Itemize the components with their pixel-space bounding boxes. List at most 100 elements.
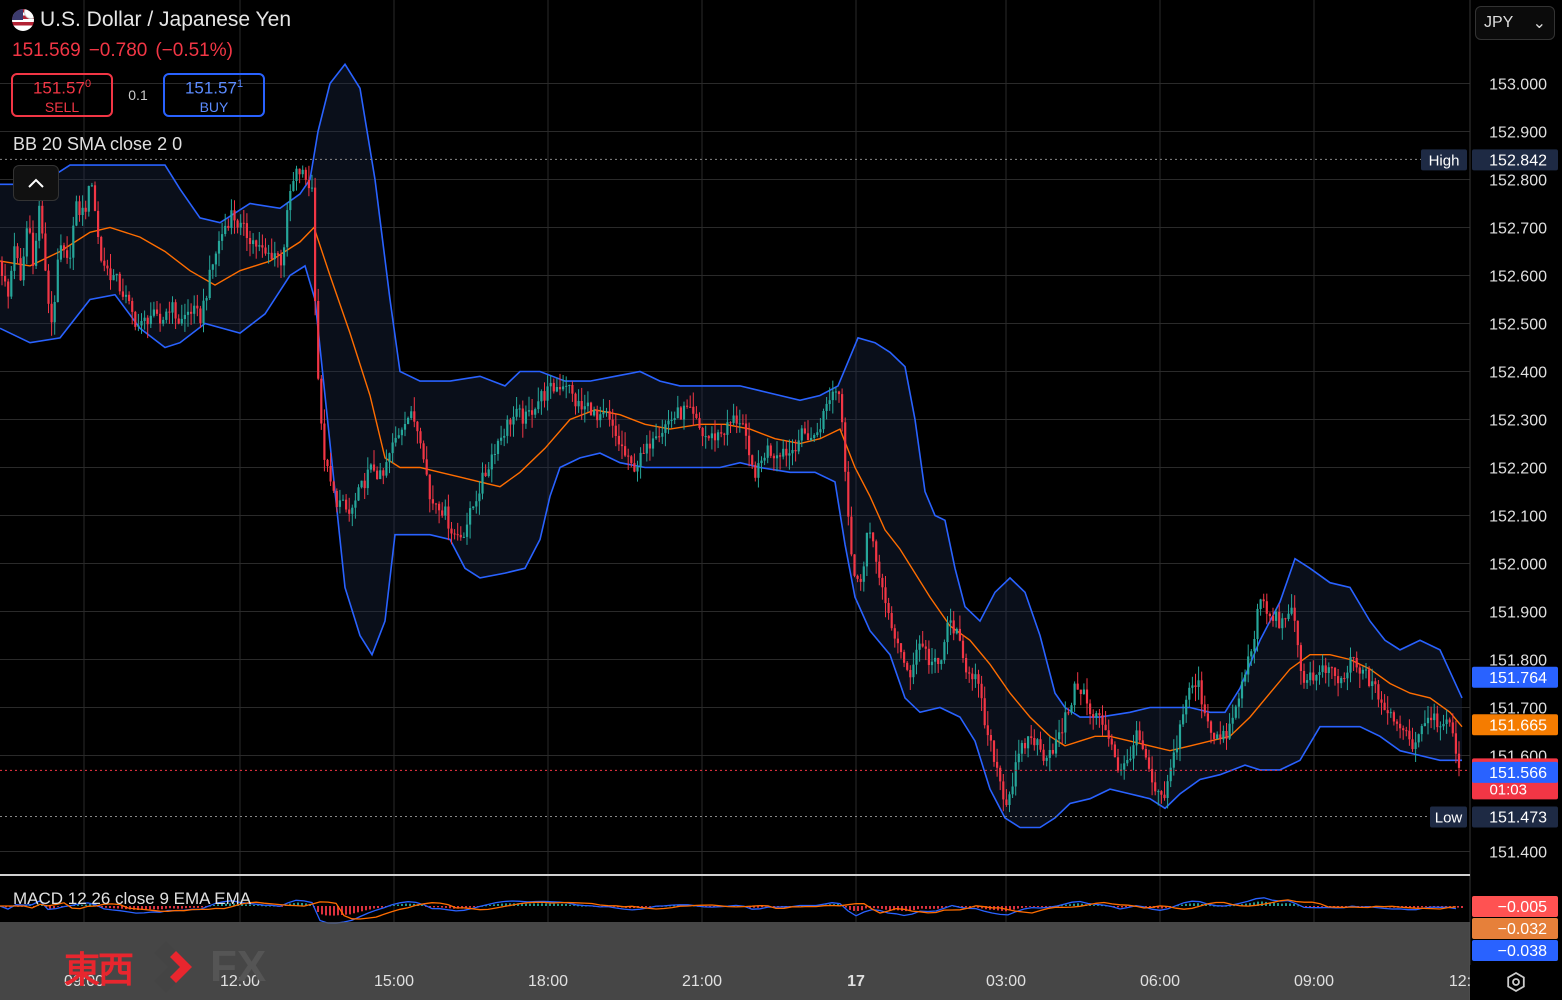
- sell-button[interactable]: 151.570 SELL: [11, 73, 113, 117]
- candle-body: [704, 436, 707, 438]
- macd-histogram-bar: [569, 904, 571, 906]
- candle-body: [797, 440, 800, 452]
- candle-body: [943, 642, 946, 661]
- price-chart[interactable]: 153.000 152.900 152.800 152.700 152.600 152.5…: [0, 0, 1562, 1000]
- candle-body: [521, 408, 524, 424]
- candle-body: [1027, 736, 1030, 749]
- candle-body: [958, 628, 961, 641]
- chart-grid: [0, 0, 1471, 1000]
- price-tag-value: 151.566: [1489, 765, 1547, 782]
- candle-body: [1281, 618, 1284, 629]
- macd-legend[interactable]: MACD 12 26 close 9 EMA EMA: [13, 889, 251, 909]
- collapse-legend-button[interactable]: [13, 165, 59, 201]
- candle-body: [1141, 740, 1144, 749]
- candle-body: [165, 311, 168, 320]
- candle-body: [608, 411, 611, 420]
- candle-body: [841, 394, 844, 423]
- candle-body: [506, 419, 509, 436]
- candle-body: [558, 387, 562, 390]
- candle-body: [413, 411, 416, 422]
- macd-histogram-bar: [1037, 906, 1039, 907]
- candle-body: [137, 325, 140, 327]
- candle-body: [1306, 680, 1309, 683]
- macd-histogram-bar: [565, 904, 567, 906]
- price-tag-value: 151.764: [1489, 670, 1547, 687]
- candle-body: [326, 459, 329, 467]
- currency-select[interactable]: JPY ⌄: [1475, 6, 1555, 40]
- macd-histogram-bar: [1065, 904, 1067, 906]
- candle-body: [1343, 678, 1346, 679]
- candle-body: [1073, 683, 1076, 706]
- candle-body: [56, 259, 59, 302]
- candle-body: [1101, 715, 1104, 725]
- candle-body: [1185, 699, 1188, 715]
- macd-histogram-bar: [873, 906, 875, 909]
- candle-body: [1324, 665, 1327, 673]
- candle-body: [627, 455, 630, 457]
- candle-body: [425, 459, 428, 475]
- candle-body: [332, 481, 335, 491]
- candle-body: [782, 448, 785, 457]
- candle-body: [1426, 717, 1430, 724]
- candle-body: [217, 240, 221, 254]
- candle-body: [0, 261, 4, 276]
- macd-histogram-bar: [445, 906, 447, 908]
- bollinger-legend[interactable]: BB 20 SMA close 2 0: [13, 134, 182, 155]
- candle-body: [686, 405, 689, 407]
- candle-body: [1271, 616, 1275, 621]
- settings-gear-icon[interactable]: [1505, 971, 1527, 993]
- candle-body: [586, 402, 589, 407]
- logo-arrow-icon: [154, 941, 193, 993]
- candle-body: [1309, 672, 1312, 681]
- candle-body: [1302, 671, 1306, 683]
- buy-price-pip: 1: [236, 78, 244, 90]
- candle-body: [1454, 733, 1457, 754]
- candle-body: [93, 185, 97, 211]
- candle-body: [667, 420, 670, 425]
- candle-body: [183, 314, 186, 319]
- candle-body: [1033, 738, 1036, 746]
- candle-body: [1194, 685, 1197, 687]
- candle-body: [270, 252, 273, 260]
- candle-body: [1411, 739, 1414, 750]
- macd-histogram-bar: [489, 904, 491, 906]
- candle-body: [25, 228, 28, 257]
- candle-body: [1064, 712, 1067, 733]
- candle-body: [726, 422, 729, 435]
- candle-body: [509, 419, 512, 425]
- candle-body: [1240, 681, 1244, 699]
- time-tick-label: 09:00: [1293, 973, 1335, 990]
- candle-body: [822, 411, 825, 430]
- buy-button[interactable]: 151.571 BUY: [163, 73, 265, 117]
- candle-body: [918, 643, 921, 650]
- candle-body: [927, 648, 930, 665]
- candle-body: [1399, 723, 1402, 729]
- candle-body: [676, 407, 679, 419]
- macd-histogram-bar: [493, 904, 495, 906]
- candle-body: [1417, 734, 1420, 743]
- candle-body: [930, 661, 934, 666]
- macd-histogram-bar: [573, 905, 575, 906]
- candle-body: [980, 683, 983, 699]
- candle-body: [1169, 767, 1172, 782]
- candle-body: [546, 386, 549, 401]
- candle-body: [701, 427, 704, 437]
- macd-histogram-bar: [253, 904, 255, 906]
- macd-histogram-bar: [1073, 903, 1075, 906]
- candle-body: [834, 391, 837, 393]
- candle-body: [1402, 728, 1405, 731]
- candle-body: [906, 662, 909, 670]
- candle-body: [1327, 667, 1330, 673]
- candle-body: [1284, 618, 1287, 620]
- candle-body: [825, 403, 828, 411]
- macd-histogram-bar: [881, 906, 883, 909]
- candle-body: [22, 256, 25, 281]
- candle-body: [565, 385, 568, 387]
- macd-histogram-bar: [889, 906, 891, 910]
- price-tick-label: 151.400: [1489, 845, 1547, 862]
- macd-histogram-bar: [1097, 905, 1099, 906]
- macd-histogram-bar: [1193, 903, 1195, 906]
- candle-body: [537, 401, 540, 410]
- candle-body: [459, 534, 462, 538]
- candle-body: [286, 210, 289, 248]
